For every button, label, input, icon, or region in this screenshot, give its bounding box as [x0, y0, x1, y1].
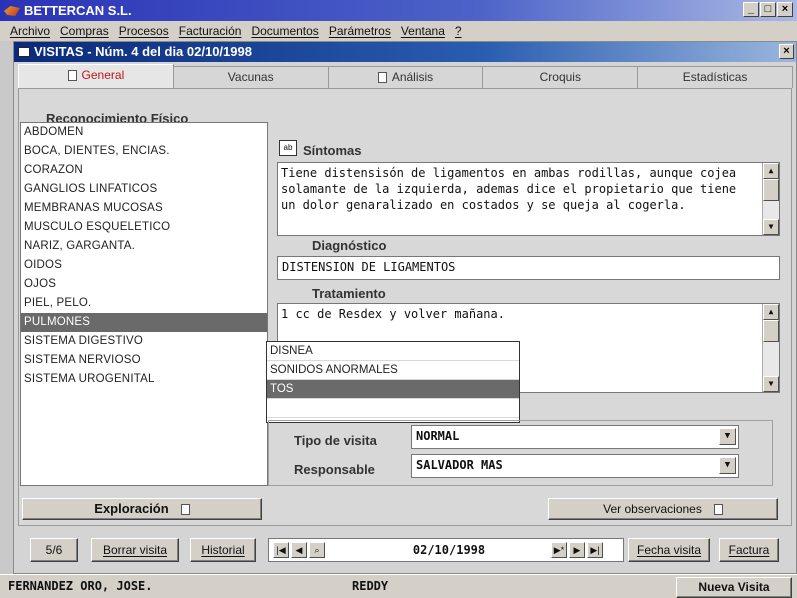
tab-croquis[interactable]: Croquis — [482, 66, 639, 88]
last-record-icon[interactable]: ▶| — [587, 542, 603, 558]
tab-strip: General Vacunas Análisis Croquis Estadís… — [18, 64, 793, 88]
list-item[interactable]: MEMBRANAS MUCOSAS — [21, 199, 267, 218]
menu-parametros[interactable]: Parámetros — [329, 24, 391, 38]
scroll-thumb[interactable] — [763, 179, 779, 201]
list-item[interactable]: SISTEMA DIGESTIVO — [21, 332, 267, 351]
dropdown-option[interactable]: SONIDOS ANORMALES — [267, 361, 519, 380]
sintomas-textarea[interactable]: Tiene distensisón de ligamentos en ambas… — [277, 162, 780, 236]
dropdown-option-selected[interactable]: TOS — [267, 380, 519, 399]
nueva-visita-button[interactable]: Nueva Visita — [676, 577, 792, 598]
scroll-thumb[interactable] — [763, 320, 779, 342]
app-title-bar: BETTERCAN S.L. _ □ × — [0, 0, 797, 21]
app-title: BETTERCAN S.L. — [24, 3, 132, 18]
tratamiento-label: Tratamiento — [312, 286, 386, 301]
record-counter: 5/6 — [30, 538, 78, 562]
window-controls: _ □ × — [743, 2, 793, 17]
diagnostico-field[interactable]: DISTENSION DE LIGAMENTOS — [277, 256, 780, 280]
menu-documentos[interactable]: Documentos — [251, 24, 318, 38]
dropdown-option[interactable] — [267, 399, 519, 418]
tab-vacunas[interactable]: Vacunas — [172, 66, 329, 88]
visitas-title-bar: VISITAS - Núm. 4 del dia 02/10/1998 × — [14, 42, 796, 62]
list-item[interactable]: OJOS — [21, 275, 267, 294]
notes-icon[interactable]: ab — [279, 140, 297, 156]
menu-bar: Archivo Compras Procesos Facturación Doc… — [0, 21, 797, 41]
diagnostico-label: Diagnóstico — [312, 238, 387, 253]
dropdown-arrow-icon[interactable]: ▼ — [719, 457, 736, 474]
app-logo-icon — [4, 6, 20, 16]
menu-compras[interactable]: Compras — [60, 24, 109, 38]
dropdown-option[interactable]: DISNEA — [267, 342, 519, 361]
list-item[interactable]: SISTEMA NERVIOSO — [21, 351, 267, 370]
window-icon — [18, 47, 30, 57]
new-record-icon[interactable]: ▶* — [551, 542, 567, 558]
close-button[interactable]: × — [777, 2, 793, 17]
borrar-visita-button[interactable]: Borrar visita — [91, 538, 179, 562]
reconocimiento-list[interactable]: ABDOMEN BOCA, DIENTES, ENCIAS. CORAZON G… — [20, 122, 268, 486]
next-record-icon[interactable]: ▶ — [569, 542, 585, 558]
list-item[interactable]: BOCA, DIENTES, ENCIAS. — [21, 142, 267, 161]
menu-archivo[interactable]: Archivo — [10, 24, 50, 38]
tipo-visita-select[interactable]: NORMAL ▼ — [411, 425, 739, 449]
first-record-icon[interactable]: |◀ — [273, 542, 289, 558]
tab-general[interactable]: General — [18, 64, 174, 88]
visitas-title: VISITAS - Núm. 4 del dia 02/10/1998 — [34, 44, 252, 59]
menu-procesos[interactable]: Procesos — [119, 24, 169, 38]
sub-findings-dropdown[interactable]: DISNEA SONIDOS ANORMALES TOS — [266, 341, 520, 423]
scroll-up-icon[interactable]: ▲ — [763, 304, 779, 320]
visitas-close-button[interactable]: × — [779, 44, 794, 59]
menu-help[interactable]: ? — [455, 24, 462, 38]
fecha-visita-button[interactable]: Fecha visita — [628, 538, 710, 562]
list-item[interactable]: MUSCULO ESQUELETICO — [21, 218, 267, 237]
menu-ventana[interactable]: Ventana — [401, 24, 445, 38]
tab-estadisticas[interactable]: Estadísticas — [637, 66, 793, 88]
list-item[interactable]: NARIZ, GARGANTA. — [21, 237, 267, 256]
list-item[interactable]: PIEL, PELO. — [21, 294, 267, 313]
search-record-icon[interactable]: ⌕ — [309, 542, 325, 558]
tab-analisis[interactable]: Análisis — [327, 66, 484, 88]
restore-button[interactable]: □ — [760, 2, 776, 17]
scroll-down-icon[interactable]: ▼ — [763, 376, 779, 392]
factura-button[interactable]: Factura — [719, 538, 779, 562]
list-item[interactable]: SISTEMA UROGENITAL — [21, 370, 267, 389]
prev-record-icon[interactable]: ◀ — [291, 542, 307, 558]
list-item[interactable]: GANGLIOS LINFATICOS — [21, 180, 267, 199]
exploracion-button[interactable]: Exploración — [22, 498, 262, 520]
responsable-label: Responsable — [294, 462, 375, 477]
scroll-down-icon[interactable]: ▼ — [763, 219, 779, 235]
menu-facturacion[interactable]: Facturación — [179, 24, 242, 38]
ver-observaciones-button[interactable]: Ver observaciones — [548, 498, 778, 520]
doc-icon — [67, 70, 77, 81]
doc-icon — [713, 504, 723, 515]
list-item-selected[interactable]: PULMONES — [21, 313, 267, 332]
responsable-select[interactable]: SALVADOR MAS ▼ — [411, 454, 739, 478]
status-bar: FERNANDEZ ORO, JOSE. REDDY Nueva Visita — [0, 574, 797, 598]
client-name: FERNANDEZ ORO, JOSE. — [8, 579, 153, 593]
sintomas-scrollbar[interactable]: ▲ ▼ — [762, 163, 779, 235]
doc-icon — [377, 72, 387, 83]
pet-name: REDDY — [352, 579, 389, 593]
scroll-up-icon[interactable]: ▲ — [763, 163, 779, 179]
visit-date: 02/10/1998 — [412, 543, 486, 557]
minimize-button[interactable]: _ — [743, 2, 759, 17]
list-item[interactable]: CORAZON — [21, 161, 267, 180]
list-item[interactable]: ABDOMEN — [21, 123, 267, 142]
visit-navigator: |◀ ◀ ⌕ 02/10/1998 ▶* ▶ ▶| — [268, 538, 624, 562]
historial-button[interactable]: Historial — [190, 538, 256, 562]
sintomas-label: Síntomas — [303, 143, 362, 158]
dropdown-arrow-icon[interactable]: ▼ — [719, 428, 736, 445]
doc-icon — [180, 504, 190, 515]
tipo-visita-label: Tipo de visita — [294, 433, 377, 448]
list-item[interactable]: OIDOS — [21, 256, 267, 275]
tratamiento-scrollbar[interactable]: ▲ ▼ — [762, 304, 779, 392]
